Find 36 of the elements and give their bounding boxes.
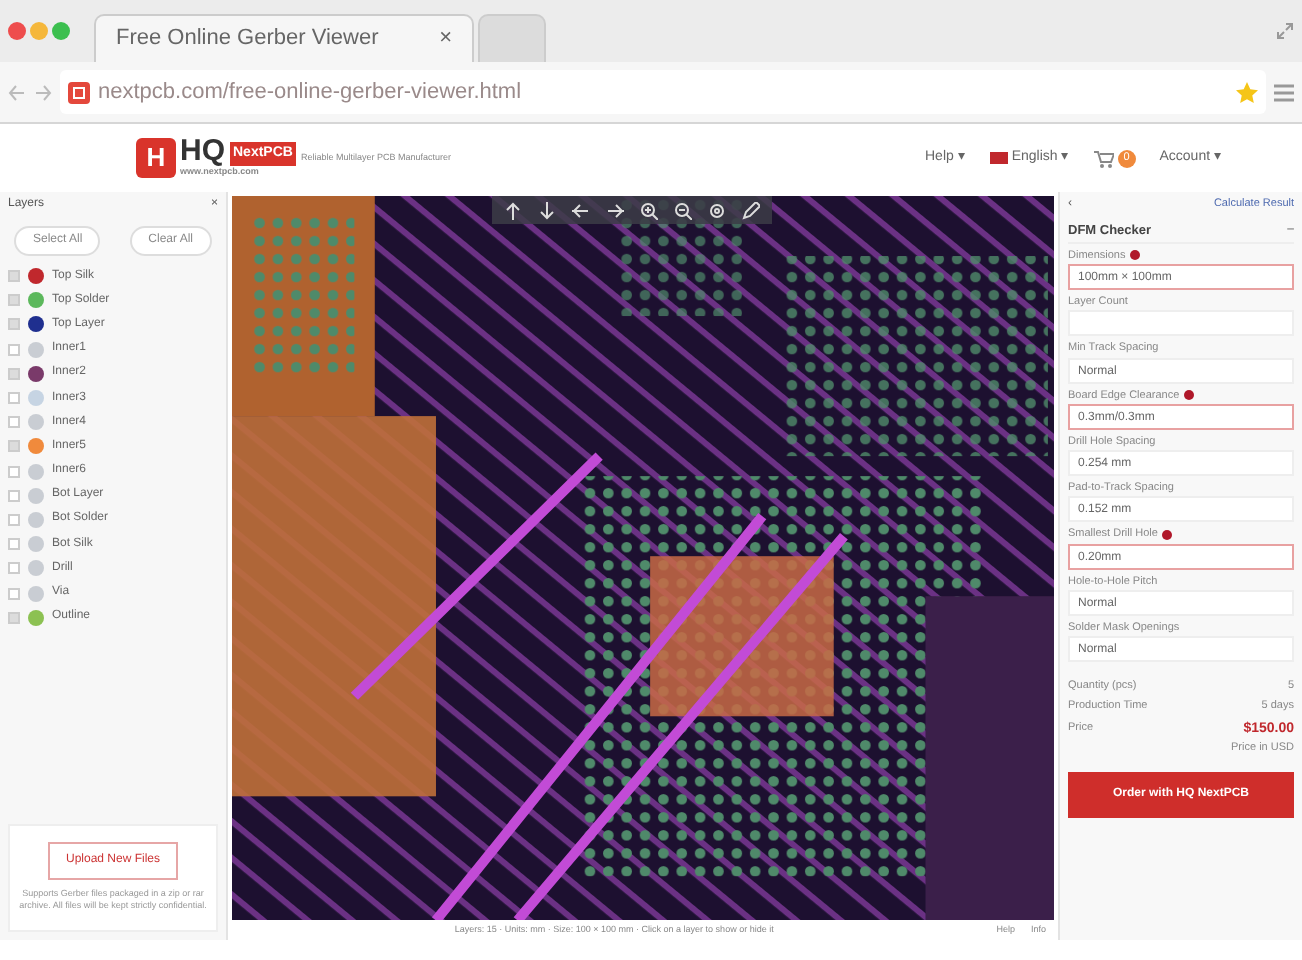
layer-checkbox[interactable]: [8, 465, 20, 478]
fullscreen-icon[interactable]: [1276, 22, 1294, 40]
site-icon: [68, 81, 90, 103]
browser-tab[interactable]: [478, 14, 546, 62]
layer-checkbox[interactable]: [8, 318, 20, 331]
pan-down-icon[interactable]: [538, 201, 556, 219]
cart-icon[interactable]: [1093, 149, 1114, 167]
forward-icon[interactable]: [34, 83, 52, 101]
zoom-out-icon[interactable]: [674, 201, 692, 219]
layer-checkbox[interactable]: [8, 270, 20, 283]
fit-view-icon[interactable]: [708, 201, 726, 219]
layer-checkbox[interactable]: [8, 392, 20, 405]
zoom-in-icon[interactable]: [640, 201, 658, 219]
layer-checkbox[interactable]: [8, 440, 20, 453]
layer-checkbox[interactable]: [8, 367, 20, 380]
layer-checkbox[interactable]: [8, 513, 20, 526]
back-icon[interactable]: [8, 83, 26, 101]
pan-left-icon[interactable]: [572, 201, 590, 219]
layer-checkbox[interactable]: [8, 587, 20, 600]
flag-icon: [989, 152, 1008, 164]
layer-checkbox[interactable]: [8, 611, 20, 624]
pan-up-icon[interactable]: [504, 201, 522, 219]
layer-checkbox[interactable]: [8, 562, 20, 575]
logo-text[interactable]: HQ: [180, 136, 225, 167]
close-icon[interactable]: ×: [439, 22, 452, 56]
star-icon[interactable]: [1236, 81, 1258, 103]
pen-icon[interactable]: [742, 201, 760, 219]
menu-icon[interactable]: [1274, 83, 1294, 101]
browser-tab[interactable]: Free Online Gerber Viewer ×: [94, 14, 474, 62]
layer-checkbox[interactable]: [8, 538, 20, 551]
logo-icon[interactable]: H: [136, 138, 176, 178]
layer-checkbox[interactable]: [8, 416, 20, 429]
layer-checkbox[interactable]: [8, 294, 20, 307]
pan-right-icon[interactable]: [606, 201, 624, 219]
layer-checkbox[interactable]: [8, 343, 20, 356]
layer-checkbox[interactable]: [8, 489, 20, 502]
